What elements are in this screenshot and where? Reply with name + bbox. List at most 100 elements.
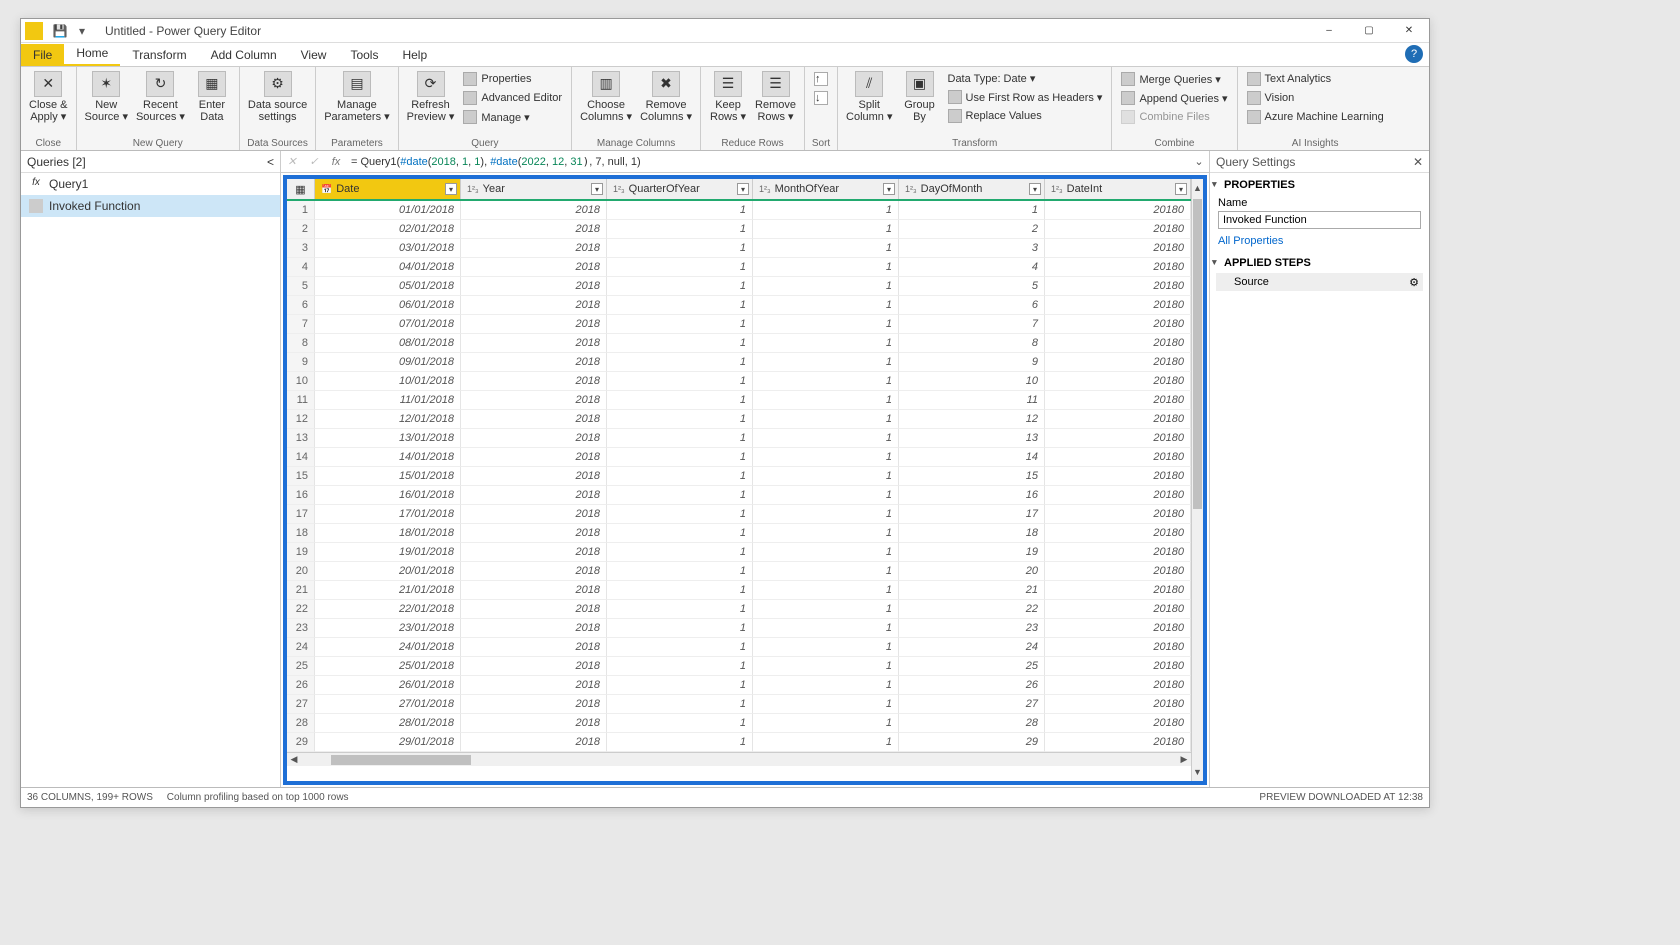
cell-quarter[interactable]: 1	[607, 391, 753, 410]
cell-quarter[interactable]: 1	[607, 429, 753, 448]
cell-date[interactable]: 16/01/2018	[315, 486, 461, 505]
cell-month[interactable]: 1	[753, 448, 899, 467]
cell-year[interactable]: 2018	[461, 467, 607, 486]
cell-year[interactable]: 2018	[461, 372, 607, 391]
cell-year[interactable]: 2018	[461, 201, 607, 220]
cell-dateint[interactable]: 20180	[1045, 543, 1191, 562]
cell-date[interactable]: 21/01/2018	[315, 581, 461, 600]
cell-dateint[interactable]: 20180	[1045, 733, 1191, 752]
cell-quarter[interactable]: 1	[607, 220, 753, 239]
cell-dateint[interactable]: 20180	[1045, 334, 1191, 353]
cell-month[interactable]: 1	[753, 676, 899, 695]
close-settings-icon[interactable]: ✕	[1413, 155, 1423, 169]
cell-year[interactable]: 2018	[461, 695, 607, 714]
cell-quarter[interactable]: 1	[607, 505, 753, 524]
cell-dateint[interactable]: 20180	[1045, 657, 1191, 676]
cell-day[interactable]: 6	[899, 296, 1045, 315]
collapse-queries-icon[interactable]: <	[267, 155, 274, 169]
cell-date[interactable]: 29/01/2018	[315, 733, 461, 752]
table-row[interactable]: 1616/01/20182018111620180	[287, 486, 1191, 505]
cell-month[interactable]: 1	[753, 638, 899, 657]
cell-dateint[interactable]: 20180	[1045, 201, 1191, 220]
cell-quarter[interactable]: 1	[607, 410, 753, 429]
cell-month[interactable]: 1	[753, 467, 899, 486]
cell-day[interactable]: 14	[899, 448, 1045, 467]
table-row[interactable]: 2929/01/20182018112920180	[287, 733, 1191, 752]
cell-date[interactable]: 08/01/2018	[315, 334, 461, 353]
cell-month[interactable]: 1	[753, 543, 899, 562]
cell-date[interactable]: 11/01/2018	[315, 391, 461, 410]
cell-date[interactable]: 27/01/2018	[315, 695, 461, 714]
cell-month[interactable]: 1	[753, 334, 899, 353]
cell-day[interactable]: 15	[899, 467, 1045, 486]
cell-year[interactable]: 2018	[461, 505, 607, 524]
cell-day[interactable]: 26	[899, 676, 1045, 695]
recent-sources-button[interactable]: ↻RecentSources ▾	[132, 69, 189, 125]
cell-date[interactable]: 07/01/2018	[315, 315, 461, 334]
cell-quarter[interactable]: 1	[607, 448, 753, 467]
cell-date[interactable]: 04/01/2018	[315, 258, 461, 277]
table-row[interactable]: 606/01/2018201811620180	[287, 296, 1191, 315]
cell-month[interactable]: 1	[753, 619, 899, 638]
cell-year[interactable]: 2018	[461, 657, 607, 676]
cell-date[interactable]: 09/01/2018	[315, 353, 461, 372]
cell-quarter[interactable]: 1	[607, 562, 753, 581]
cell-month[interactable]: 1	[753, 391, 899, 410]
cell-date[interactable]: 24/01/2018	[315, 638, 461, 657]
cell-quarter[interactable]: 1	[607, 486, 753, 505]
cell-dateint[interactable]: 20180	[1045, 220, 1191, 239]
cell-dateint[interactable]: 20180	[1045, 619, 1191, 638]
save-icon[interactable]: 💾	[51, 22, 69, 40]
cell-day[interactable]: 7	[899, 315, 1045, 334]
formula-cancel-icon[interactable]: ✕	[281, 151, 303, 172]
cell-year[interactable]: 2018	[461, 733, 607, 752]
cell-year[interactable]: 2018	[461, 353, 607, 372]
cell-day[interactable]: 17	[899, 505, 1045, 524]
cell-quarter[interactable]: 1	[607, 733, 753, 752]
query-item-query1[interactable]: fxQuery1	[21, 173, 280, 195]
table-row[interactable]: 2525/01/20182018112520180	[287, 657, 1191, 676]
cell-month[interactable]: 1	[753, 486, 899, 505]
cell-year[interactable]: 2018	[461, 676, 607, 695]
column-header-quarter[interactable]: 1²₃QuarterOfYear▾	[607, 179, 753, 199]
first-row-headers-button[interactable]: Use First Row as Headers ▾	[945, 89, 1106, 105]
azure-ml-button[interactable]: Azure Machine Learning	[1244, 109, 1387, 125]
cell-month[interactable]: 1	[753, 562, 899, 581]
refresh-preview-button[interactable]: ⟳RefreshPreview ▾	[403, 69, 459, 125]
cell-year[interactable]: 2018	[461, 562, 607, 581]
cell-quarter[interactable]: 1	[607, 714, 753, 733]
cell-year[interactable]: 2018	[461, 524, 607, 543]
table-row[interactable]: 909/01/2018201811920180	[287, 353, 1191, 372]
cell-quarter[interactable]: 1	[607, 657, 753, 676]
enter-data-button[interactable]: ▦EnterData	[189, 69, 235, 125]
table-row[interactable]: 101/01/2018201811120180	[287, 201, 1191, 220]
table-row[interactable]: 1313/01/20182018111320180	[287, 429, 1191, 448]
table-row[interactable]: 202/01/2018201811220180	[287, 220, 1191, 239]
manage-parameters-button[interactable]: ▤ManageParameters ▾	[320, 69, 393, 125]
hscroll-thumb[interactable]	[331, 755, 471, 765]
cell-quarter[interactable]: 1	[607, 315, 753, 334]
cell-month[interactable]: 1	[753, 277, 899, 296]
cell-quarter[interactable]: 1	[607, 201, 753, 220]
cell-date[interactable]: 26/01/2018	[315, 676, 461, 695]
column-header-month[interactable]: 1²₃MonthOfYear▾	[753, 179, 899, 199]
column-header-day[interactable]: 1²₃DayOfMonth▾	[899, 179, 1045, 199]
cell-day[interactable]: 27	[899, 695, 1045, 714]
cell-month[interactable]: 1	[753, 201, 899, 220]
split-column-button[interactable]: ⫽SplitColumn ▾	[842, 69, 896, 125]
cell-dateint[interactable]: 20180	[1045, 600, 1191, 619]
scroll-right-icon[interactable]: ▶	[1177, 754, 1191, 765]
cell-date[interactable]: 12/01/2018	[315, 410, 461, 429]
tab-file[interactable]: File	[21, 44, 64, 66]
cell-quarter[interactable]: 1	[607, 296, 753, 315]
cell-month[interactable]: 1	[753, 733, 899, 752]
column-header-date[interactable]: 📅Date▾	[315, 179, 461, 199]
cell-date[interactable]: 20/01/2018	[315, 562, 461, 581]
sort-desc-button[interactable]: ↓	[811, 90, 831, 106]
table-row[interactable]: 505/01/2018201811520180	[287, 277, 1191, 296]
cell-month[interactable]: 1	[753, 695, 899, 714]
cell-dateint[interactable]: 20180	[1045, 353, 1191, 372]
table-row[interactable]: 1111/01/20182018111120180	[287, 391, 1191, 410]
replace-values-button[interactable]: Replace Values	[945, 108, 1106, 124]
cell-dateint[interactable]: 20180	[1045, 505, 1191, 524]
